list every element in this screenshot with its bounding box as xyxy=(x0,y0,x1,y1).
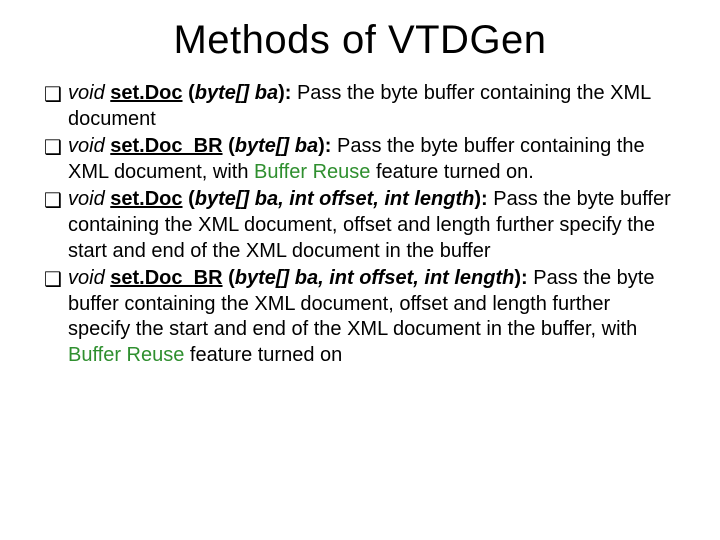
method-return-type: void xyxy=(68,267,105,289)
list-item: ❑ void set.Doc (byte[] ba, int offset, i… xyxy=(44,187,676,264)
paren-open: ( xyxy=(183,82,195,104)
paren-open: ( xyxy=(223,267,235,289)
paren-close: ): xyxy=(474,188,487,210)
list-item: ❑ void set.Doc_BR (byte[] ba, int offset… xyxy=(44,266,676,368)
method-desc-tail: feature turned on. xyxy=(370,161,533,183)
method-params: byte[] ba xyxy=(235,135,318,157)
paren-close: ): xyxy=(514,267,527,289)
method-name: set.Doc_BR xyxy=(110,135,222,157)
paren-close: ): xyxy=(318,135,331,157)
bullet-icon: ❑ xyxy=(44,266,68,294)
method-params: byte[] ba, int offset, int length xyxy=(235,267,515,289)
method-name: set.Doc xyxy=(110,188,182,210)
list-item-content: void set.Doc_BR (byte[] ba, int offset, … xyxy=(68,266,676,368)
bullet-icon: ❑ xyxy=(44,134,68,162)
method-return-type: void xyxy=(68,135,105,157)
highlight-term: Buffer Reuse xyxy=(68,344,184,366)
paren-close: ): xyxy=(278,82,291,104)
highlight-term: Buffer Reuse xyxy=(254,161,370,183)
method-desc-tail: feature turned on xyxy=(184,344,342,366)
method-params: byte[] ba, int offset, int length xyxy=(195,188,475,210)
list-item: ❑ void set.Doc_BR (byte[] ba): Pass the … xyxy=(44,134,676,185)
paren-open: ( xyxy=(223,135,235,157)
method-params: byte[] ba xyxy=(195,82,278,104)
method-name: set.Doc_BR xyxy=(110,267,222,289)
list-item-content: void set.Doc (byte[] ba): Pass the byte … xyxy=(68,81,676,132)
bullet-icon: ❑ xyxy=(44,81,68,109)
method-name: set.Doc xyxy=(110,82,182,104)
method-return-type: void xyxy=(68,188,105,210)
list-item-content: void set.Doc (byte[] ba, int offset, int… xyxy=(68,187,676,264)
bullet-icon: ❑ xyxy=(44,187,68,215)
method-return-type: void xyxy=(68,82,105,104)
method-list: ❑ void set.Doc (byte[] ba): Pass the byt… xyxy=(44,81,676,369)
paren-open: ( xyxy=(183,188,195,210)
slide-title: Methods of VTDGen xyxy=(44,18,676,63)
list-item-content: void set.Doc_BR (byte[] ba): Pass the by… xyxy=(68,134,676,185)
list-item: ❑ void set.Doc (byte[] ba): Pass the byt… xyxy=(44,81,676,132)
